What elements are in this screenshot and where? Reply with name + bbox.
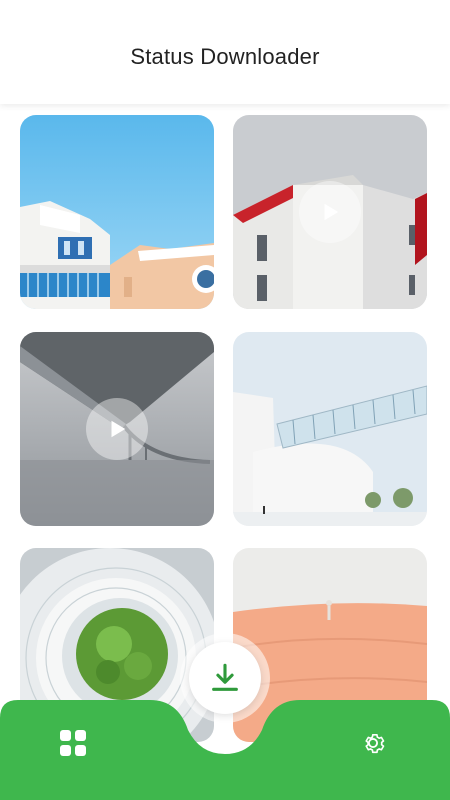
download-icon bbox=[212, 663, 238, 691]
download-button[interactable] bbox=[189, 642, 261, 714]
media-tile-image[interactable] bbox=[233, 332, 427, 526]
thumbnail-image bbox=[20, 115, 214, 309]
play-button[interactable] bbox=[86, 398, 148, 460]
play-icon bbox=[324, 203, 339, 221]
page-title: Status Downloader bbox=[130, 44, 320, 69]
media-tile-video[interactable] bbox=[233, 115, 427, 309]
media-tile-video[interactable] bbox=[20, 332, 214, 526]
grid-icon bbox=[60, 730, 86, 756]
gear-icon bbox=[365, 734, 385, 754]
media-tile-image[interactable] bbox=[20, 115, 214, 309]
nav-settings-button[interactable] bbox=[356, 726, 390, 760]
app-header: Status Downloader bbox=[0, 0, 450, 104]
nav-home-button[interactable] bbox=[56, 726, 90, 760]
thumbnail-image bbox=[233, 332, 427, 526]
play-icon bbox=[111, 420, 126, 438]
play-button[interactable] bbox=[299, 181, 361, 243]
